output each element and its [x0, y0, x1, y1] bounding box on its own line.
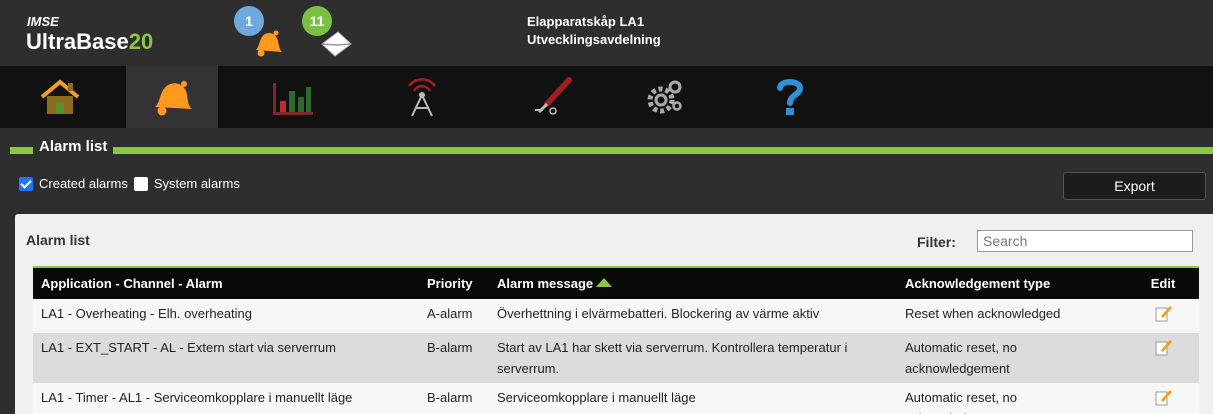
table-row[interactable]: LA1 - Timer - AL1 - Serviceomkopplare i …: [33, 383, 1199, 414]
alarm-bell-icon: [256, 30, 282, 57]
nav-help[interactable]: [744, 66, 836, 128]
column-header-channel[interactable]: Application - Channel - Alarm: [33, 266, 419, 299]
site-line-1: Elapparatskåp LA1: [527, 14, 645, 29]
home-icon: [40, 79, 80, 114]
nav-settings[interactable]: [618, 66, 710, 128]
help-icon: [777, 79, 804, 115]
system-alarms-checkbox[interactable]: [133, 176, 148, 191]
alarm-notification[interactable]: 1: [234, 6, 304, 62]
app-header: IMSE UltraBase20 1 11 Elapparatskåp LA1 …: [0, 0, 1213, 66]
brand-name: UltraBase: [26, 29, 129, 54]
edit-icon[interactable]: [1153, 303, 1173, 323]
cell-message: Serviceomkopplare i manuellt läge: [497, 390, 696, 405]
settings-gears-icon: [647, 80, 682, 114]
cell-priority: B-alarm: [427, 390, 473, 405]
cell-message: Överhettning i elvärmebatteri. Blockerin…: [497, 306, 820, 321]
brand-logo: UltraBase20: [26, 29, 153, 55]
created-alarms-checkbox[interactable]: [19, 176, 33, 191]
filter-label: Filter:: [917, 234, 956, 250]
system-alarms-label: System alarms: [153, 176, 240, 191]
envelope-icon: [321, 31, 352, 57]
tools-icon: [535, 77, 572, 115]
search-input[interactable]: [977, 230, 1193, 252]
nav-alarms[interactable]: [126, 66, 218, 128]
cell-priority: A-alarm: [427, 306, 473, 321]
site-title: Elapparatskåp LA1 Utvecklingsavdelning: [527, 13, 661, 49]
message-notification[interactable]: 11: [302, 6, 372, 62]
table-row[interactable]: LA1 - EXT_START - AL - Extern start via …: [33, 333, 1199, 383]
edit-icon[interactable]: [1153, 387, 1173, 407]
site-line-2: Utvecklingsavdelning: [527, 32, 661, 47]
column-header-priority[interactable]: Priority: [419, 266, 489, 299]
nav-home[interactable]: [14, 66, 106, 128]
table-header-row: Application - Channel - Alarm Priority A…: [33, 266, 1199, 299]
export-button[interactable]: Export: [1063, 172, 1206, 200]
cell-channel: LA1 - Timer - AL1 - Serviceomkopplare i …: [41, 390, 353, 405]
antenna-icon: [407, 78, 437, 117]
cell-ack: Reset when acknowledged: [905, 306, 1061, 321]
column-header-ack[interactable]: Acknowledgement type: [897, 266, 1127, 299]
cell-edit: [1127, 383, 1199, 414]
cell-edit: [1127, 333, 1199, 383]
chart-icon: [273, 83, 313, 115]
nav-communication[interactable]: [376, 66, 468, 128]
created-alarms-label: Created alarms: [39, 176, 128, 191]
panel-title: Alarm list: [26, 232, 90, 248]
section-divider: [10, 147, 1213, 154]
brand-company: IMSE: [27, 14, 59, 29]
nav-charts[interactable]: [246, 66, 338, 128]
edit-icon[interactable]: [1153, 337, 1173, 357]
alarm-type-filters: Created alarms System alarms: [19, 176, 246, 191]
column-header-message[interactable]: Alarm message: [489, 266, 897, 299]
brand-number: 20: [128, 29, 154, 54]
cell-ack: Automatic reset, no acknowledgement: [905, 340, 1017, 376]
section-title: Alarm list: [33, 138, 114, 155]
cell-edit: [1127, 299, 1199, 333]
nav-service[interactable]: [506, 66, 598, 128]
main-nav: [0, 66, 1213, 128]
alarm-bell-icon: [155, 81, 192, 116]
table-row[interactable]: LA1 - Overheating - Elh. overheating A-a…: [33, 299, 1199, 333]
alarm-list-panel: Alarm list Filter: Application - Channel…: [15, 214, 1213, 414]
sort-ascending-icon: [596, 278, 613, 287]
cell-channel: LA1 - Overheating - Elh. overheating: [41, 306, 253, 321]
cell-message: Start av LA1 har skett via serverrum. Ko…: [497, 340, 848, 376]
alarm-table: Application - Channel - Alarm Priority A…: [33, 266, 1199, 414]
cell-channel: LA1 - EXT_START - AL - Extern start via …: [41, 340, 336, 355]
section-header: Alarm list: [0, 128, 1213, 170]
column-header-message-label: Alarm message: [497, 276, 594, 291]
cell-ack: Automatic reset, no acknowledgement: [905, 390, 1017, 414]
cell-priority: B-alarm: [427, 340, 473, 355]
column-header-edit: Edit: [1127, 266, 1199, 299]
